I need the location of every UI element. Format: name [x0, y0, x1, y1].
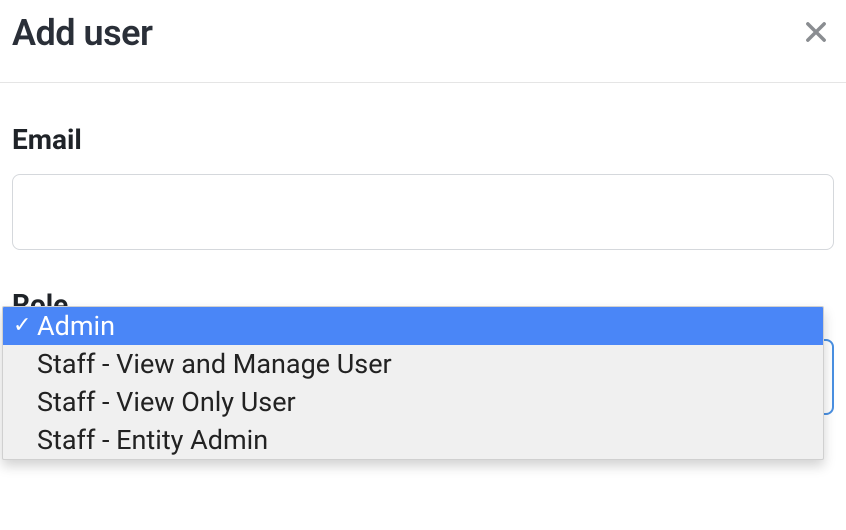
modal-header: Add user [0, 0, 846, 83]
role-option-staff-view[interactable]: Staff - View Only User [3, 383, 823, 421]
form-body: Email Role ✓ Admin Staff - View and Mana… [0, 83, 846, 465]
email-label: Email [12, 123, 834, 156]
email-field-group: Email [12, 123, 834, 250]
role-option-label: Staff - Entity Admin [37, 424, 813, 456]
role-option-staff-manage[interactable]: Staff - View and Manage User [3, 345, 823, 383]
role-option-admin[interactable]: ✓ Admin [3, 307, 823, 345]
role-option-label: Admin [37, 310, 813, 342]
role-option-label: Staff - View and Manage User [37, 348, 813, 380]
role-option-staff-entity[interactable]: Staff - Entity Admin [3, 421, 823, 459]
role-field-group: Role ✓ Admin Staff - View and Manage Use… [12, 288, 834, 415]
role-dropdown: ✓ Admin Staff - View and Manage User Sta… [2, 306, 824, 460]
email-input[interactable] [12, 174, 834, 250]
modal-title: Add user [12, 12, 152, 54]
checkmark-icon: ✓ [13, 315, 37, 337]
role-option-label: Staff - View Only User [37, 386, 813, 418]
close-button[interactable] [802, 18, 830, 49]
close-icon [802, 18, 830, 49]
